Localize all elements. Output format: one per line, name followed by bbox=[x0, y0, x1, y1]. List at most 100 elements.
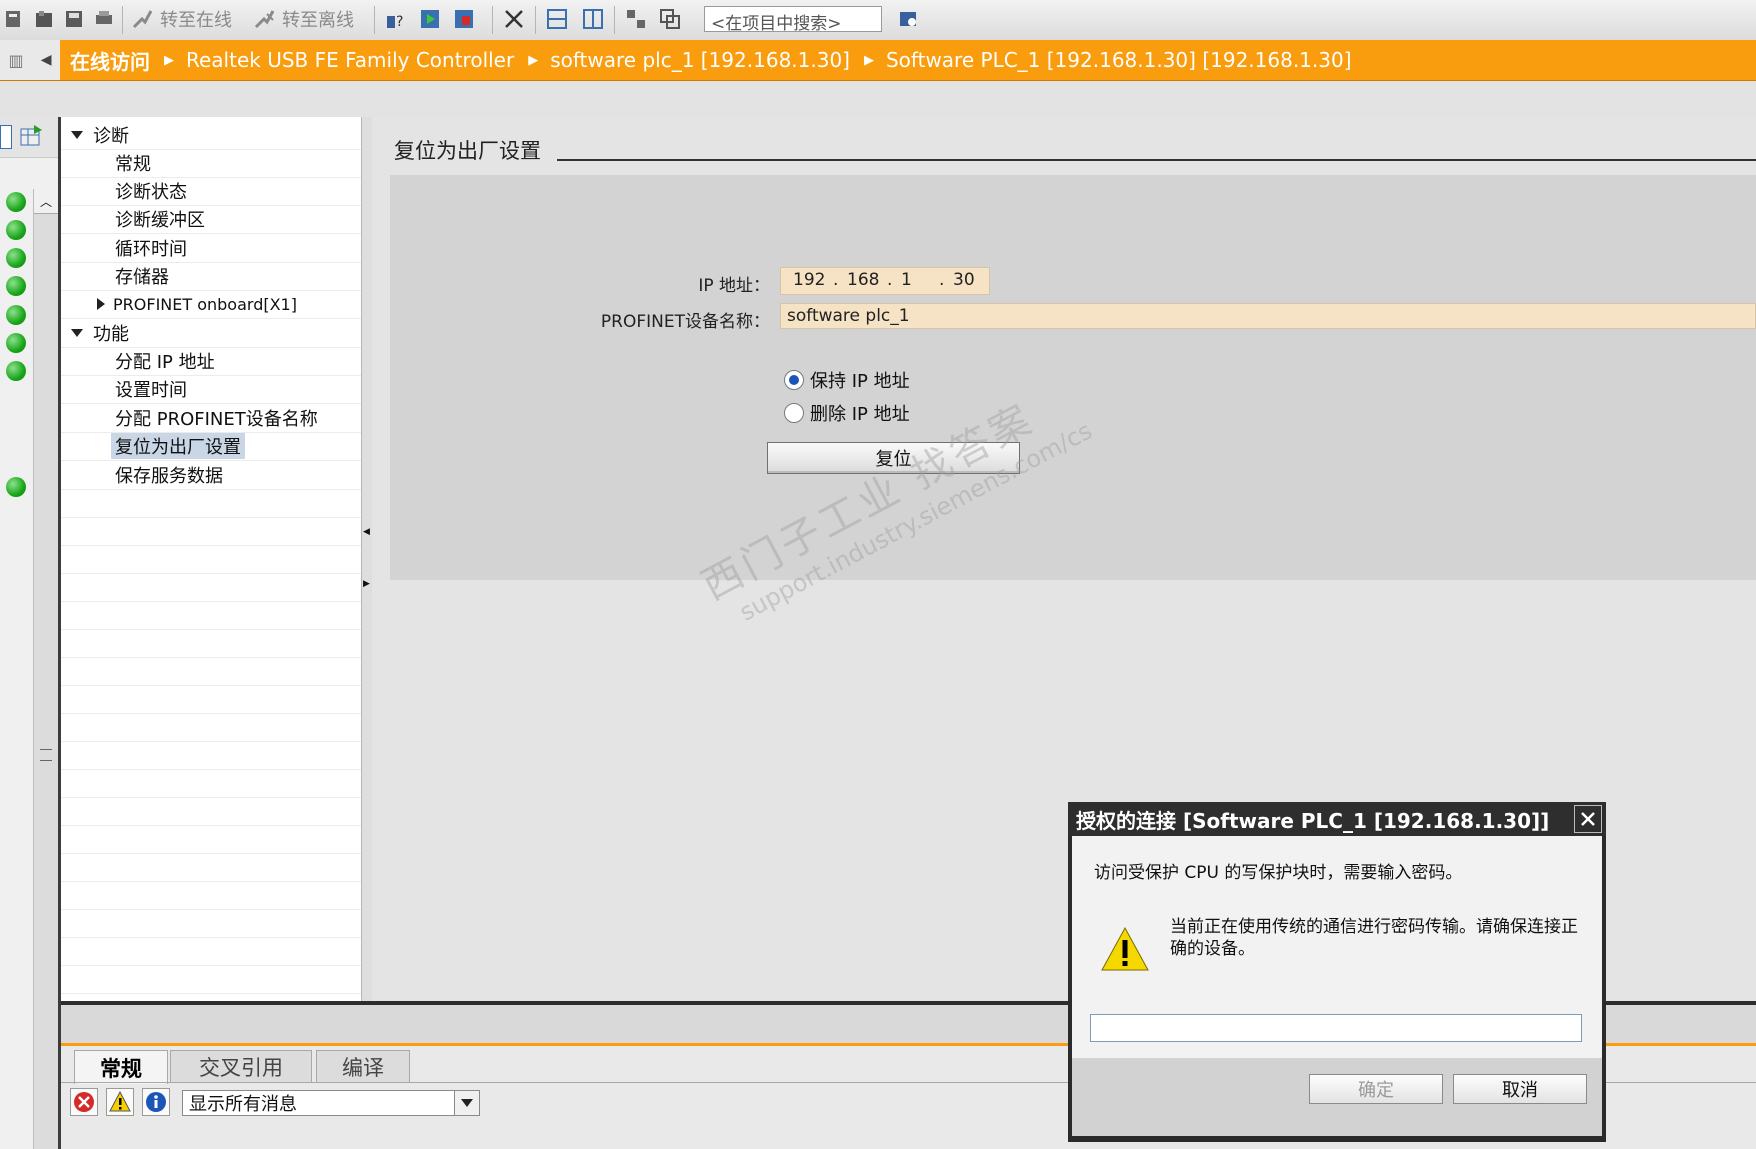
status-ok-icon bbox=[6, 305, 26, 325]
ip-octet-4: 30 bbox=[953, 270, 975, 290]
left-strip-toolbar bbox=[0, 117, 60, 158]
breadcrumb: ▥ ◀ 在线访问 ▶ Realtek USB FE Family Control… bbox=[0, 40, 1756, 81]
expand-arrow-icon[interactable] bbox=[71, 329, 83, 337]
message-filter-select[interactable]: 显示所有消息 bbox=[182, 1090, 480, 1116]
breadcrumb-separator-icon: ▶ bbox=[164, 52, 174, 68]
nav-empty-row bbox=[61, 853, 361, 882]
nav-item-diag-buffer[interactable]: 诊断缓冲区 bbox=[61, 205, 361, 234]
password-input[interactable] bbox=[1090, 1014, 1582, 1042]
close-icon[interactable] bbox=[1574, 805, 1602, 833]
nav-item-label: 保存服务数据 bbox=[115, 466, 223, 487]
search-button[interactable] bbox=[896, 6, 920, 32]
reset-button[interactable]: 复位 bbox=[767, 442, 1020, 474]
error-icon bbox=[74, 1092, 94, 1112]
go-online-button[interactable]: 转至在线 bbox=[130, 6, 232, 32]
nav-empty-row bbox=[61, 657, 361, 686]
left-scrollbar[interactable]: ︿ bbox=[33, 189, 58, 1149]
cross-reference-icon bbox=[502, 7, 526, 31]
table-view-icon[interactable] bbox=[20, 125, 42, 147]
filter-info-button[interactable] bbox=[142, 1088, 170, 1116]
go-offline-button[interactable]: 转至离线 bbox=[252, 6, 354, 32]
status-ok-icon bbox=[6, 333, 26, 353]
tab-general[interactable]: 常规 bbox=[74, 1050, 168, 1084]
list-view-icon[interactable] bbox=[0, 125, 12, 149]
cancel-button[interactable]: 取消 bbox=[1453, 1074, 1587, 1104]
split-vertical-icon[interactable] bbox=[581, 7, 605, 31]
radio-unchecked-icon[interactable] bbox=[784, 403, 804, 423]
cascade-windows-icon[interactable] bbox=[658, 7, 682, 31]
filter-errors-button[interactable] bbox=[70, 1088, 98, 1116]
tab-compile[interactable]: 编译 bbox=[316, 1050, 410, 1082]
split-horizontal-icon[interactable] bbox=[545, 7, 569, 31]
nav-empty-row bbox=[61, 881, 361, 910]
new-project-icon[interactable] bbox=[2, 7, 26, 31]
radio-keep-ip[interactable]: 保持 IP 地址 bbox=[784, 367, 910, 393]
collapse-left-icon[interactable]: ◀ bbox=[363, 527, 370, 537]
start-cpu-icon[interactable] bbox=[418, 7, 442, 31]
ok-button[interactable]: 确定 bbox=[1309, 1074, 1443, 1104]
radio-delete-ip[interactable]: 删除 IP 地址 bbox=[784, 400, 910, 426]
nav-item-assign-ip[interactable]: 分配 IP 地址 bbox=[61, 347, 361, 376]
dialog-footer: 确定 取消 bbox=[1072, 1058, 1602, 1136]
nav-group-label: 诊断 bbox=[93, 126, 129, 147]
chevron-down-icon[interactable] bbox=[454, 1091, 479, 1115]
back-arrow-icon[interactable]: ◀ bbox=[41, 52, 52, 68]
breadcrumb-online-access[interactable]: 在线访问 bbox=[70, 46, 150, 75]
save-project-icon[interactable] bbox=[62, 7, 86, 31]
expand-right-icon[interactable]: ▶ bbox=[363, 579, 370, 589]
profinet-name-label: PROFINET设备名称： bbox=[600, 312, 770, 332]
ip-dot: . bbox=[939, 270, 945, 290]
nav-item-label: 常规 bbox=[115, 154, 151, 175]
breadcrumb-plc[interactable]: Software PLC_1 [192.168.1.30] [192.168.1… bbox=[886, 48, 1352, 72]
nav-empty-row bbox=[61, 573, 361, 602]
breadcrumb-adapter[interactable]: Realtek USB FE Family Controller bbox=[186, 48, 514, 72]
nav-item-assign-profinet-name[interactable]: 分配 PROFINET设备名称 bbox=[61, 404, 361, 433]
nav-item-label: 复位为出厂设置 bbox=[111, 433, 245, 459]
nav-item-cycle-time[interactable]: 循环时间 bbox=[61, 234, 361, 263]
status-ok-icon bbox=[6, 361, 26, 381]
svg-text:?: ? bbox=[396, 14, 403, 30]
title-divider bbox=[557, 159, 1756, 161]
nav-item-set-time[interactable]: 设置时间 bbox=[61, 375, 361, 404]
expand-arrow-icon[interactable] bbox=[71, 131, 83, 139]
nav-item-profinet-onboard[interactable]: PROFINET onboard[X1] bbox=[61, 290, 361, 319]
nav-empty-row bbox=[61, 797, 361, 826]
status-ok-icon bbox=[6, 276, 26, 296]
print-icon[interactable] bbox=[92, 7, 116, 31]
project-search-input[interactable]: <在项目中搜索> bbox=[704, 6, 882, 34]
status-ok-icon bbox=[6, 220, 26, 240]
nav-group-diagnostics[interactable]: 诊断 bbox=[61, 121, 361, 150]
nav-group-label: 功能 bbox=[93, 324, 129, 345]
nav-item-general[interactable]: 常规 bbox=[61, 149, 361, 178]
dialog-body: 访问受保护 CPU 的写保护块时，需要输入密码。 当前正在使用传统的通信进行密码… bbox=[1072, 836, 1602, 1136]
function-nav-tree: 诊断 常规 诊断状态 诊断缓冲区 循环时间 存储器 PROFINET onboa… bbox=[61, 117, 361, 1001]
nav-item-label: 诊断缓冲区 bbox=[115, 210, 205, 231]
nav-empty-row bbox=[61, 685, 361, 714]
tab-cross-reference[interactable]: 交叉引用 bbox=[170, 1050, 312, 1082]
reset-form: IP 地址： 192 . 168 . 1 . 30 PROFINET设备名称： … bbox=[390, 175, 1756, 580]
radio-checked-icon[interactable] bbox=[784, 370, 804, 390]
accessible-devices-icon[interactable]: ? bbox=[384, 7, 408, 31]
nav-empty-row bbox=[61, 517, 361, 546]
nav-group-functions[interactable]: 功能 bbox=[61, 319, 361, 348]
nav-item-label: 循环时间 bbox=[115, 239, 187, 260]
collapse-arrow-icon[interactable] bbox=[97, 298, 105, 310]
scroll-up-icon[interactable]: ︿ bbox=[34, 189, 58, 214]
open-project-icon[interactable] bbox=[32, 7, 56, 31]
nav-item-reset-factory[interactable]: 复位为出厂设置 bbox=[61, 432, 361, 461]
nav-item-diag-status[interactable]: 诊断状态 bbox=[61, 177, 361, 206]
cross-reference-button[interactable] bbox=[502, 6, 526, 32]
nav-item-save-service-data[interactable]: 保存服务数据 bbox=[61, 461, 361, 490]
nav-item-memory[interactable]: 存储器 bbox=[61, 262, 361, 291]
breadcrumb-separator-icon: ▶ bbox=[528, 52, 539, 68]
nav-empty-row bbox=[61, 545, 361, 574]
authorized-connection-dialog: 授权的连接 [Software PLC_1 [192.168.1.30]] 访问… bbox=[1068, 802, 1606, 1142]
filter-warnings-button[interactable] bbox=[106, 1088, 134, 1116]
stop-cpu-icon[interactable] bbox=[452, 7, 476, 31]
panel-toggle-icon[interactable]: ▥ bbox=[9, 51, 24, 70]
scroll-grip-icon[interactable] bbox=[40, 749, 52, 761]
nav-item-label: 分配 PROFINET设备名称 bbox=[115, 409, 318, 430]
nav-empty-row bbox=[61, 713, 361, 742]
breadcrumb-device[interactable]: software plc_1 [192.168.1.30] bbox=[550, 48, 850, 72]
tile-windows-icon[interactable] bbox=[624, 7, 648, 31]
